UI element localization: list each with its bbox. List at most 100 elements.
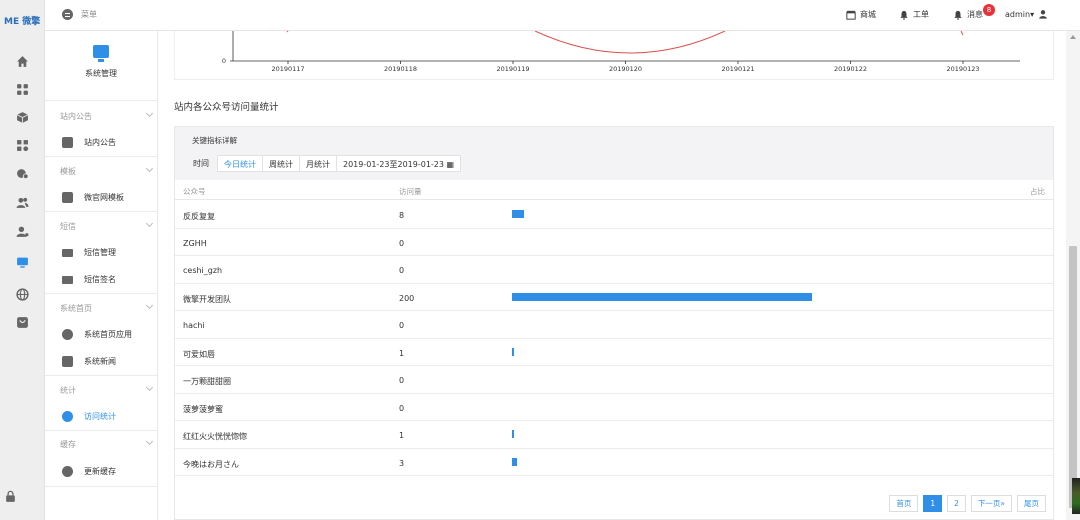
- group-statistics[interactable]: 统计: [60, 383, 154, 396]
- table-row: 一万颗甜甜圈 0: [175, 366, 1053, 394]
- sidebar-item-refresh-cache[interactable]: 更新缓存: [62, 466, 116, 477]
- group-system-home[interactable]: 系统首页: [60, 301, 154, 314]
- apps-grid-icon[interactable]: [13, 80, 31, 98]
- user-admin-icon[interactable]: [13, 222, 31, 240]
- monitor-icon[interactable]: [0, 253, 44, 271]
- ticket-link[interactable]: 工单: [899, 9, 929, 20]
- visit-count: 0: [399, 376, 405, 385]
- date-range-text: 2019-01-23至2019-01-23: [343, 160, 444, 169]
- tab-month[interactable]: 月统计: [300, 155, 337, 172]
- panel-header: 关键指标详解 时间 今日统计 周统计 月统计 2019-01-23至2019-0…: [175, 127, 1053, 180]
- chevron-down-icon: [145, 109, 154, 118]
- chevron-down-icon: [145, 301, 154, 310]
- sidebar-item-label: 访问统计: [84, 412, 116, 421]
- visit-count: 1: [399, 348, 405, 358]
- shop-link[interactable]: 商城: [846, 9, 876, 20]
- date-range-picker[interactable]: 2019-01-23至2019-01-23 ▦: [337, 155, 462, 172]
- edge-decoration: [1072, 478, 1080, 514]
- x-tick-label: 20190122: [834, 65, 867, 73]
- visit-count: 0: [399, 321, 405, 330]
- group-sms[interactable]: 短信: [60, 219, 154, 232]
- globe-icon[interactable]: [13, 285, 31, 303]
- icon-rail: ME 微擎: [0, 0, 45, 520]
- scroll-up-arrow[interactable]: [1070, 35, 1076, 39]
- group-cache[interactable]: 缓存: [60, 437, 154, 450]
- page-1-button[interactable]: 1: [923, 495, 943, 512]
- scrollbar-thumb[interactable]: [1069, 246, 1077, 508]
- vertical-scrollbar[interactable]: [1066, 31, 1080, 520]
- tab-today[interactable]: 今日统计: [217, 155, 263, 172]
- ticket-label: 工单: [913, 10, 929, 19]
- page-next-button[interactable]: 下一页»: [970, 495, 1012, 512]
- cube-icon[interactable]: [13, 108, 31, 126]
- user-label: admin▾: [1005, 9, 1035, 19]
- chevron-down-icon: [145, 164, 154, 173]
- account-name: ceshi_gzh: [183, 266, 223, 275]
- group-template[interactable]: 模板: [60, 164, 154, 177]
- pie-icon: [62, 411, 73, 422]
- shop-label: 商城: [860, 10, 876, 19]
- sidebar-item-label: 微官网模板: [84, 193, 124, 202]
- pagination: 首页 1 2 下一页» 尾页: [889, 495, 1046, 512]
- messages-link[interactable]: 消息: [953, 9, 983, 20]
- store-icon[interactable]: [13, 164, 31, 182]
- sidebar-item-sms-signature[interactable]: 短信签名: [62, 274, 116, 285]
- visits-line-chart: 0 20190117 20190118 20190119 20190120 201901…: [174, 31, 1054, 80]
- chevron-down-icon: [145, 437, 154, 446]
- user-menu[interactable]: admin▾: [1005, 9, 1048, 19]
- sidebar-item-home-apps[interactable]: 系统首页应用: [62, 329, 132, 340]
- divider: [45, 486, 157, 487]
- chevron-down-icon: [145, 383, 154, 392]
- menu-toggle[interactable]: 菜单: [62, 9, 97, 20]
- modules-icon[interactable]: [13, 136, 31, 154]
- group-label: 统计: [60, 386, 76, 395]
- home-icon[interactable]: [13, 52, 31, 70]
- x-tick-label: 20190118: [384, 65, 417, 73]
- divider: [45, 430, 157, 431]
- page-2-button[interactable]: 2: [947, 495, 966, 512]
- group-label: 站内公告: [60, 112, 92, 121]
- chevron-down-icon: [145, 219, 154, 228]
- brand-logo[interactable]: ME 微擎: [4, 14, 40, 27]
- column-header-visits: 访问量: [399, 187, 422, 196]
- page-last-button[interactable]: 尾页: [1017, 495, 1046, 512]
- group-notice[interactable]: 站内公告: [60, 109, 154, 122]
- app-icon: [62, 329, 73, 340]
- visit-count: 3: [399, 458, 405, 468]
- sidebar-item-notice[interactable]: 站内公告: [62, 137, 116, 148]
- table-row: 微擎开发团队 200: [175, 284, 1053, 311]
- divider: [45, 100, 157, 101]
- account-name: 今晚はお月さん: [183, 459, 239, 469]
- stats-panel: 关键指标详解 时间 今日统计 周统计 月统计 2019-01-23至2019-0…: [174, 126, 1054, 520]
- visit-count: 0: [399, 403, 405, 413]
- page-first-button[interactable]: 首页: [889, 495, 919, 512]
- table-header: 公众号 访问量 占比: [175, 180, 1053, 200]
- sidebar-item-visit-stats[interactable]: 访问统计: [62, 411, 116, 422]
- series-line: [286, 31, 964, 54]
- lock-icon[interactable]: [1, 487, 19, 505]
- system-management-title: 系统管理: [85, 69, 117, 78]
- divider: [45, 211, 157, 212]
- y-tick-label: 0: [222, 57, 226, 65]
- users-icon[interactable]: [13, 193, 31, 211]
- sidebar-item-template[interactable]: 微官网模板: [62, 192, 124, 203]
- mail-icon: [62, 248, 73, 257]
- x-tick-label: 20190119: [496, 65, 529, 73]
- account-name: ZGHH: [183, 238, 207, 248]
- group-label: 系统首页: [60, 304, 92, 313]
- sidebar-item-news[interactable]: 系统新闻: [62, 356, 116, 367]
- template-icon: [62, 192, 73, 203]
- x-tick-label: 20190121: [721, 65, 754, 73]
- news-icon: [62, 356, 73, 367]
- shop-icon: [846, 10, 856, 20]
- messages-badge: 8: [983, 4, 995, 16]
- tab-week[interactable]: 周统计: [263, 155, 300, 172]
- app-store-icon[interactable]: [13, 313, 31, 331]
- sidebar-item-label: 系统首页应用: [84, 330, 132, 339]
- visit-count: 200: [399, 293, 415, 303]
- sidebar-item-label: 短信签名: [84, 275, 116, 284]
- ratio-bar: [512, 430, 514, 438]
- x-tick-label: 20190120: [609, 65, 642, 73]
- sidebar-item-label: 系统新闻: [84, 357, 116, 366]
- sidebar-item-sms-manage[interactable]: 短信管理: [62, 247, 116, 258]
